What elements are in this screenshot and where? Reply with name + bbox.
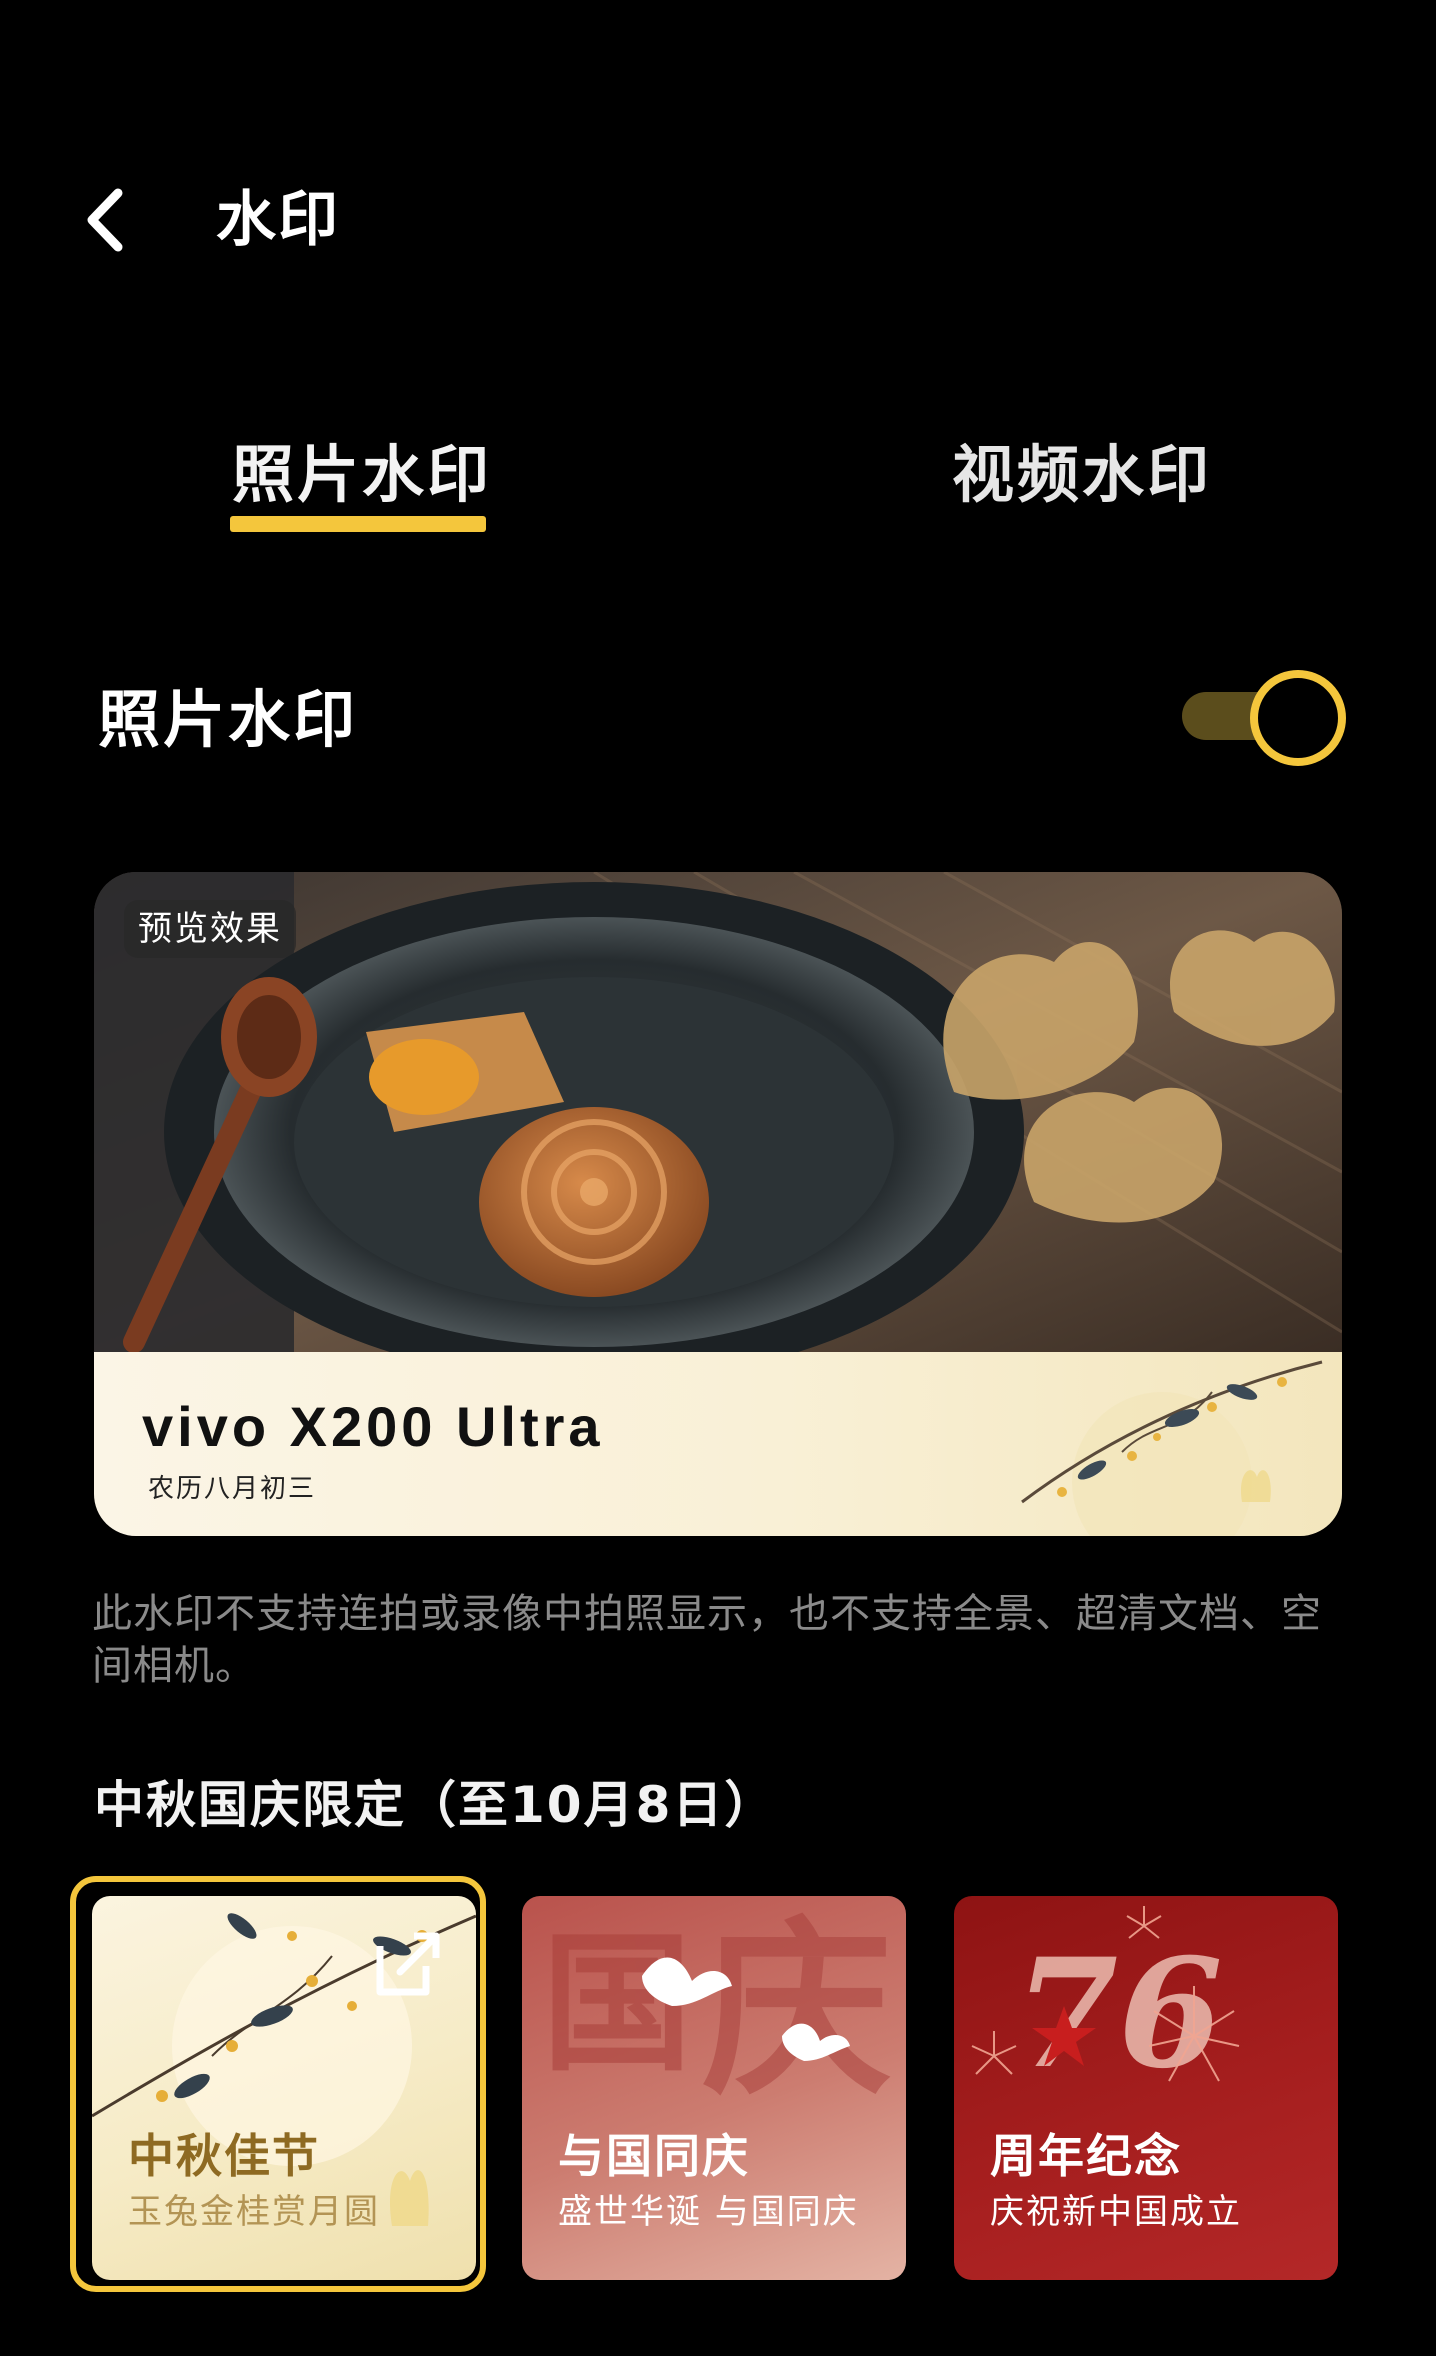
watermark-footer: vivo X200 Ultra 农历八月初三 bbox=[94, 1352, 1342, 1536]
theme-name: 周年纪念 bbox=[990, 2129, 1182, 2183]
tab-active-indicator bbox=[230, 516, 486, 532]
limited-section-title: 中秋国庆限定（至10月8日） bbox=[94, 1776, 777, 1834]
watermark-brand-text: vivo X200 Ultra bbox=[142, 1395, 604, 1458]
chevron-left-icon bbox=[87, 188, 123, 252]
theme-subtitle: 玉兔金桂赏月圆 bbox=[128, 2192, 380, 2232]
theme-card-national-day[interactable]: 国 庆 与国同庆 盛世华诞 与国同庆 bbox=[522, 1896, 906, 2280]
photo-watermark-toggle-label: 照片水印 bbox=[98, 683, 359, 756]
page-title: 水印 bbox=[216, 185, 340, 255]
tab-video-watermark[interactable]: 视频水印 bbox=[952, 430, 1212, 520]
theme-name: 中秋佳节 bbox=[128, 2129, 320, 2183]
photo-watermark-toggle[interactable] bbox=[1182, 670, 1346, 766]
osmanthus-branch-decoration bbox=[1021, 1360, 1323, 1536]
theme-subtitle: 庆祝新中国成立 bbox=[990, 2192, 1242, 2232]
theme-name: 与国同庆 bbox=[558, 2129, 750, 2183]
watermark-preview-card: 预览效果 vivo X200 Ultra 农历八月初三 bbox=[94, 872, 1342, 1536]
theme-subtitle: 盛世华诞 与国同庆 bbox=[558, 2192, 859, 2232]
toggle-knob bbox=[1250, 670, 1346, 766]
watermark-date-text: 农历八月初三 bbox=[148, 1474, 317, 1504]
theme-card-anniversary[interactable]: 76 周年纪念 庆祝新中国成立 bbox=[954, 1896, 1338, 2280]
back-button[interactable] bbox=[70, 180, 140, 260]
edit-icon[interactable] bbox=[370, 1926, 446, 2002]
theme-card-mid-autumn[interactable]: 中秋佳节 玉兔金桂赏月圆 bbox=[92, 1896, 476, 2280]
watermark-notice-text: 此水印不支持连拍或录像中拍照显示，也不支持全景、超清文档、空间相机。 bbox=[92, 1591, 1322, 1689]
tab-photo-watermark[interactable]: 照片水印 bbox=[232, 430, 492, 520]
svg-text:庆: 庆 bbox=[702, 1898, 892, 2121]
preview-badge: 预览效果 bbox=[124, 900, 296, 958]
svg-text:76: 76 bbox=[1014, 1926, 1223, 2102]
